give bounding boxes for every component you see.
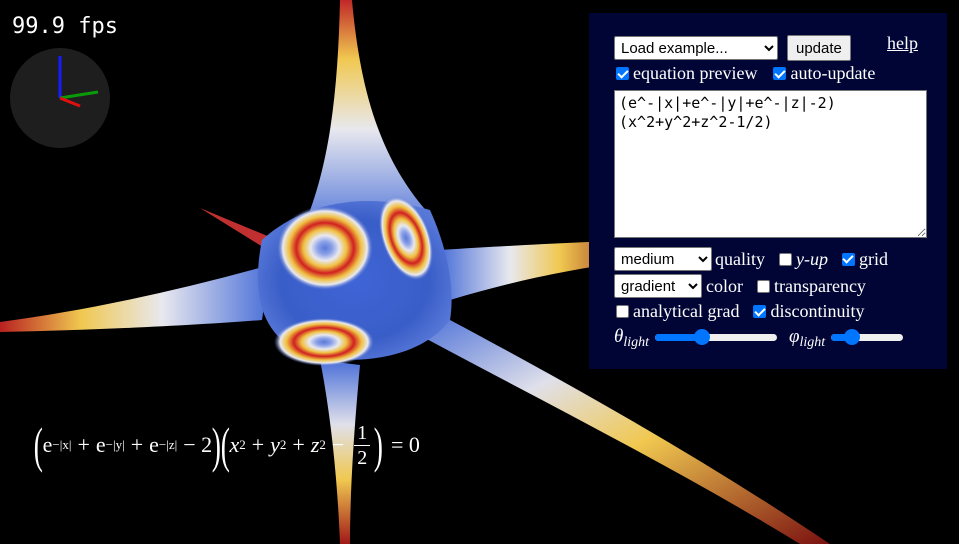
formula-x: x: [229, 432, 240, 457]
grid-label: grid: [858, 248, 888, 269]
surface-arm-top: [300, 0, 430, 235]
theta-light-slider[interactable]: [655, 329, 778, 345]
formula-plus1: +: [77, 432, 90, 457]
quality-select[interactable]: medium: [614, 247, 712, 271]
theta-light-sub: light: [623, 335, 650, 350]
equation-preview-display: ( e −|x| + e −|y| + e −|z| − 2 ) ( x2 + y2 …: [34, 420, 420, 470]
surface-ring-top: [277, 206, 373, 290]
phi-light-symbol: φ: [789, 326, 800, 347]
axes-gizmo[interactable]: [10, 48, 110, 148]
formula-plus3: +: [251, 432, 265, 457]
formula-close-paren: ): [211, 417, 222, 473]
help-link[interactable]: help: [887, 33, 918, 54]
formula-z-exp: 2: [319, 437, 326, 452]
formula-y-exp: 2: [279, 437, 287, 452]
panel-row-grad: analytical grad discontinuity: [614, 301, 864, 322]
auto-update-label: auto-update: [790, 63, 876, 83]
formula-plus2: +: [130, 432, 144, 457]
panel-row-light: θ light φ light: [614, 326, 904, 350]
theta-light-symbol: θ: [614, 326, 624, 347]
discontinuity-label: discontinuity: [770, 301, 865, 321]
formula-open-paren-2: (: [220, 417, 230, 473]
panel-row-top: Load example... update: [614, 35, 851, 61]
formula-exp-z: −|z|: [158, 437, 178, 452]
formula-z: z: [310, 432, 320, 457]
update-button[interactable]: update: [787, 35, 851, 61]
formula-exp-y: −|y|: [105, 437, 125, 452]
transparency-label: transparency: [773, 275, 866, 296]
formula-equals-zero: = 0: [390, 432, 420, 457]
theta-slider-thumb[interactable]: [694, 329, 711, 345]
formula-denominator: 2: [357, 446, 368, 469]
panel-row-color: gradient color transparency: [614, 274, 866, 298]
y-up-checkbox[interactable]: [779, 252, 792, 266]
discontinuity-checkbox[interactable]: [753, 305, 767, 318]
phi-light-slider[interactable]: [831, 329, 904, 345]
y-up-label: y-up: [796, 248, 828, 269]
formula-e3: e: [149, 432, 159, 457]
formula-numerator: 1: [357, 421, 368, 444]
color-label: color: [706, 275, 743, 296]
equation-preview-checkbox[interactable]: [616, 67, 629, 80]
color-select[interactable]: gradient: [614, 274, 702, 298]
formula-minus-two: − 2: [183, 432, 213, 457]
panel-row-preview: equation preview auto-update: [614, 63, 875, 84]
phi-slider-thumb[interactable]: [843, 329, 860, 345]
formula-x-exp: 2: [239, 437, 246, 452]
load-example-select[interactable]: Load example...: [614, 36, 778, 60]
formula-y: y: [270, 432, 280, 457]
panel-row-quality: medium quality y-up grid: [614, 247, 888, 271]
analytical-grad-label: analytical grad: [633, 301, 740, 321]
formula-fraction: 1 2: [354, 421, 371, 470]
formula-exp-x: −|x|: [52, 437, 72, 452]
equation-preview-label: equation preview: [633, 63, 758, 83]
surface-arm-left: [0, 265, 270, 332]
quality-label: quality: [715, 248, 765, 269]
equation-input[interactable]: [614, 90, 927, 238]
formula-e2: e: [95, 432, 106, 457]
surface-ring-bottom: [274, 318, 374, 366]
formula-open-paren: (: [33, 417, 43, 473]
analytical-grad-checkbox[interactable]: [616, 305, 629, 318]
transparency-checkbox[interactable]: [756, 279, 770, 293]
formula-e1: e: [42, 432, 53, 457]
phi-light-sub: light: [799, 335, 826, 350]
control-panel: Load example... update help equation pre…: [589, 13, 947, 369]
formula-minus: −: [331, 432, 345, 457]
auto-update-checkbox[interactable]: [773, 67, 787, 80]
fps-counter: 99.9 fps: [12, 14, 118, 39]
grid-checkbox[interactable]: [841, 252, 855, 266]
formula-close-paren-2: ): [374, 417, 384, 473]
formula-plus4: +: [292, 432, 305, 457]
